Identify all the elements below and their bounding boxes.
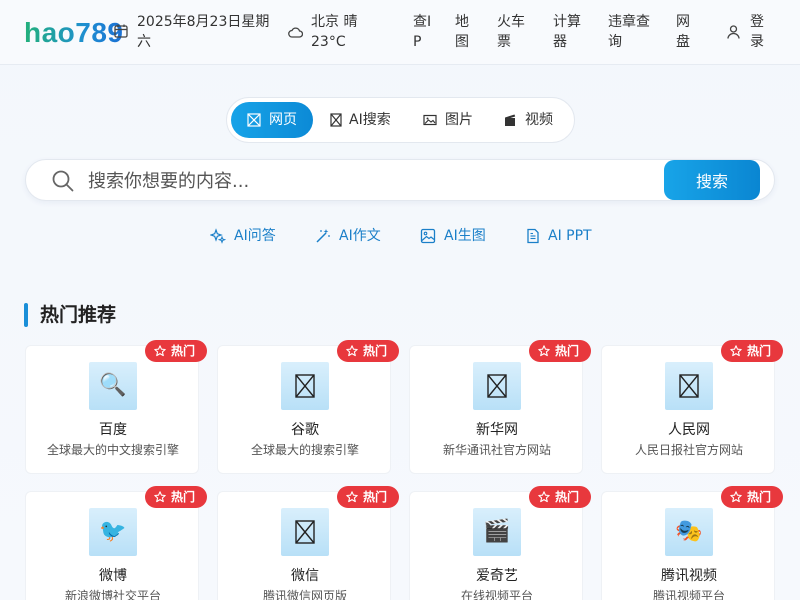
- search-tabs: 网页 AI搜索 图片 视频: [226, 97, 575, 143]
- sparkle-icon: [210, 228, 226, 244]
- hot-badge-label: 热门: [363, 490, 388, 504]
- image-icon: [420, 228, 436, 244]
- search-icon: [52, 170, 74, 192]
- tab-web[interactable]: 网页: [231, 102, 313, 138]
- site-card-description: 全球最大的搜索引擎: [250, 443, 359, 457]
- ai-qa-link[interactable]: AI问答: [210, 226, 280, 246]
- tab-videos[interactable]: 视频: [489, 102, 565, 138]
- hot-badge: 热门: [145, 340, 207, 362]
- placeholder-icon: [281, 508, 329, 556]
- site-card-name: 谷歌: [291, 422, 319, 438]
- hot-badge-label: 热门: [363, 344, 388, 358]
- bird-icon: 🐦: [89, 508, 137, 556]
- placeholder-icon: [247, 113, 261, 127]
- star-icon: [730, 491, 742, 503]
- placeholder-icon: [665, 362, 713, 410]
- site-card-description: 在线视频平台: [460, 589, 533, 600]
- star-icon: [538, 491, 550, 503]
- nav-link-cloud-drive[interactable]: 网盘: [676, 12, 700, 52]
- hot-badge: 热门: [337, 486, 399, 508]
- site-card-name: 爱奇艺: [476, 568, 518, 584]
- site-card[interactable]: 人民网人民日报社官方网站: [601, 345, 775, 474]
- star-icon: [346, 345, 358, 357]
- hot-badge-label: 热门: [747, 490, 772, 504]
- image-icon: [423, 114, 437, 126]
- ai-image-link[interactable]: AI生图: [420, 226, 490, 246]
- document-icon: [527, 228, 539, 244]
- star-icon: [154, 345, 166, 357]
- site-card-name: 腾讯视频: [661, 568, 717, 584]
- star-icon: [154, 491, 166, 503]
- clapper-icon: [505, 114, 516, 126]
- placeholder-icon: [473, 362, 521, 410]
- site-card-name: 人民网: [668, 422, 710, 438]
- search-button[interactable]: 搜索: [664, 160, 760, 200]
- hot-badge: 热门: [337, 340, 399, 362]
- hot-badge-label: 热门: [555, 344, 580, 358]
- hot-badge-label: 热门: [747, 344, 772, 358]
- ai-ppt-label: AI PPT: [548, 228, 592, 244]
- star-icon: [730, 345, 742, 357]
- tab-web-label: 网页: [269, 112, 297, 128]
- hot-badge: 热门: [721, 486, 783, 508]
- current-date: 2025年8月23日星期六: [137, 14, 270, 50]
- section-accent-bar: [24, 303, 28, 327]
- ai-essay-link[interactable]: AI作文: [315, 226, 385, 246]
- hot-badge-label: 热门: [171, 490, 196, 504]
- ai-ppt-link[interactable]: AI PPT: [525, 226, 595, 246]
- weather-info: 北京 晴 23°C: [311, 14, 358, 50]
- star-icon: [346, 491, 358, 503]
- site-card-name: 微信: [291, 568, 319, 584]
- site-card-description: 腾讯微信网页版: [262, 589, 347, 600]
- site-card-description: 腾讯视频平台: [652, 589, 725, 600]
- site-card[interactable]: 新华网新华通讯社官方网站: [409, 345, 583, 474]
- site-card-description: 人民日报社官方网站: [634, 443, 743, 457]
- tab-ai-search-label: AI搜索: [349, 112, 391, 128]
- magnifier-icon: 🔍: [89, 362, 137, 410]
- placeholder-icon: [281, 362, 329, 410]
- hot-badge: 热门: [529, 486, 591, 508]
- cloud-icon: [288, 27, 303, 38]
- site-card[interactable]: 🔍 百度全球最大的中文搜索引擎: [25, 345, 199, 474]
- nav-link-map[interactable]: 地图: [455, 12, 479, 52]
- site-card-description: 新浪微博社交平台: [64, 589, 161, 600]
- user-icon[interactable]: [727, 25, 740, 39]
- calendar-icon: [114, 24, 128, 38]
- ai-image-label: AI生图: [444, 228, 486, 244]
- nav-link-violation[interactable]: 违章查询: [608, 12, 658, 52]
- section-title: 热门推荐: [40, 304, 117, 326]
- hot-badge-label: 热门: [171, 344, 196, 358]
- hot-badge-label: 热门: [555, 490, 580, 504]
- star-icon: [538, 345, 550, 357]
- placeholder-icon: [330, 113, 342, 127]
- site-card-name: 新华网: [476, 422, 518, 438]
- tab-videos-label: 视频: [525, 112, 553, 128]
- tab-images-label: 图片: [445, 112, 473, 128]
- nav-link-calculator[interactable]: 计算器: [553, 12, 589, 52]
- magic-wand-icon: [316, 229, 330, 243]
- ai-essay-label: AI作文: [339, 228, 381, 244]
- nav-link-ip[interactable]: 查IP: [413, 12, 437, 52]
- nav-link-train[interactable]: 火车票: [497, 12, 533, 52]
- tab-images[interactable]: 图片: [409, 102, 481, 138]
- search-box: 搜索: [25, 159, 775, 201]
- ai-qa-label: AI问答: [234, 228, 276, 244]
- site-card[interactable]: 谷歌全球最大的搜索引擎: [217, 345, 391, 474]
- hot-badge: 热门: [145, 486, 207, 508]
- site-card-name: 百度: [99, 422, 127, 438]
- hot-badge: 热门: [529, 340, 591, 362]
- login-link[interactable]: 登录: [750, 12, 774, 52]
- hot-badge: 热门: [721, 340, 783, 362]
- clapper-icon: 🎬: [473, 508, 521, 556]
- site-logo[interactable]: hao789: [24, 15, 124, 51]
- masks-icon: 🎭: [665, 508, 713, 556]
- site-card-description: 新华通讯社官方网站: [442, 443, 551, 457]
- search-input[interactable]: [88, 166, 648, 196]
- tab-ai-search[interactable]: AI搜索: [317, 102, 405, 138]
- site-card-description: 全球最大的中文搜索引擎: [46, 443, 179, 457]
- top-header: hao789 2025年8月23日星期六 北京 晴 23°C 查IP 地图 火车…: [0, 0, 800, 65]
- site-card-name: 微博: [99, 568, 127, 584]
